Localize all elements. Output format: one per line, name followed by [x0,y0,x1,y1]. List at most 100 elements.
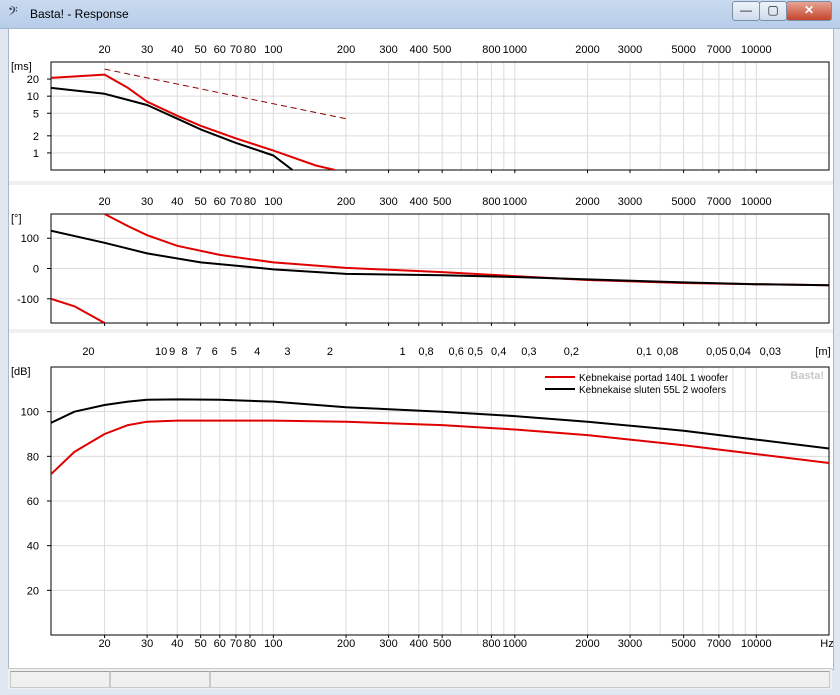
top-tick-label: 20 [82,346,94,358]
top-tick-label: 0,6 [449,346,464,358]
x-tick-label: 7000 [707,44,731,56]
top-tick-label: 4 [254,346,260,358]
status-cell-3 [210,671,830,688]
top-tick-label: 8 [181,346,187,358]
x-tick-label: 80 [244,196,256,208]
x-tick-label: 50 [195,196,207,208]
group-delay-panel: 20 30 40 50 60 70 80 100 200 300 400 500 800 1000 2000… [9,29,833,181]
top-tick-label: 0,03 [760,346,781,358]
y-tick-label: 10 [27,91,39,103]
x-tick-label: 200 [337,196,355,208]
x-tick-label: 30 [141,196,153,208]
x-tick-label: 80 [244,44,256,56]
title-bar: 𝄢 Basta! - Response — ▢ ✕ [0,0,840,29]
series-line-1 [51,297,106,323]
top-tick-label: 0,5 [468,346,483,358]
x-tick-label: 2000 [575,196,599,208]
x-tick-label: 70 [230,638,242,650]
x-tick-label: 400 [410,638,428,650]
x-tick-label: 300 [379,196,397,208]
x-tick-label: 70 [230,196,242,208]
top-tick-label: 2 [327,346,333,358]
x-tick-label: 30 [141,44,153,56]
x-tick-label: 80 [244,638,256,650]
series-line-2 [51,229,829,287]
top-tick-label: 0,04 [729,346,750,358]
x-tick-label: 500 [433,44,451,56]
top-tick-label: 1 [400,346,406,358]
y-axis-label: [ms] [11,61,32,73]
top-tick-label: 0,8 [418,346,433,358]
x-tick-label: 7000 [707,196,731,208]
x-tick-label: 10000 [741,196,772,208]
top-tick-label: 6 [212,346,218,358]
reference-line [104,68,347,120]
y-tick-label: 0 [33,264,39,276]
y-tick-label: 20 [27,74,39,86]
top-tick-label: 5 [231,346,237,358]
x-tick-label: 3000 [618,44,642,56]
x-tick-label: 50 [195,638,207,650]
x-tick-label: 500 [433,196,451,208]
top-tick-label: 0,3 [521,346,536,358]
x-tick-label: 3000 [618,638,642,650]
x-tick-label: 20 [98,638,110,650]
x-tick-label: 60 [214,196,226,208]
spl-chart: 20 30 40 50 60 70 80 100 200 300 400 500 800 1000 2000… [11,346,834,650]
x-tick-label: 60 [214,44,226,56]
top-tick-label: 0,4 [491,346,506,358]
x-tick-label: 40 [171,638,183,650]
client-area: 20 30 40 50 60 70 80 100 200 300 400 500 800 1000 2000… [8,28,834,670]
x-tick-label: 30 [141,638,153,650]
x-tick-label: 100 [264,196,282,208]
x-tick-label: 70 [230,44,242,56]
top-tick-label: 3 [284,346,290,358]
group-delay-chart: 20 30 40 50 60 70 80 100 200 300 400 500 800 1000 2000… [11,44,830,173]
bass-clef-icon: 𝄢 [8,5,18,22]
status-cell-1 [10,671,110,688]
top-tick-label: 0,05 [706,346,727,358]
x-tick-label: 50 [195,44,207,56]
y-tick-label: 1 [33,148,39,160]
spl-panel: 20 30 40 50 60 70 80 100 200 300 400 500 800 1000 2000… [9,333,834,669]
x-tick-label: 5000 [671,638,695,650]
top-unit-label: [m] [815,346,830,358]
y-tick-label: 5 [33,108,39,120]
x-tick-label: 1000 [503,638,527,650]
legend-label: Kebnekaise portad 140L 1 woofer [579,373,729,384]
y-tick-label: 80 [27,451,39,463]
x-tick-label: 20 [98,196,110,208]
close-button[interactable]: ✕ [786,1,832,21]
x-tick-label: 400 [410,196,428,208]
x-unit-label: Hz [820,638,833,650]
plot-frame [50,61,830,171]
x-tick-label: 5000 [671,196,695,208]
series-line-0 [51,73,336,170]
x-tick-label: 200 [337,638,355,650]
y-axis-label: [°] [11,213,22,225]
window-title: Basta! - Response [30,7,129,21]
y-tick-label: 100 [21,407,39,419]
series-line-1 [51,398,829,450]
top-tick-label: 0,2 [564,346,579,358]
top-tick-label: 7 [195,346,201,358]
x-tick-label: 100 [264,44,282,56]
x-tick-label: 800 [482,638,500,650]
x-tick-label: 200 [337,44,355,56]
minimize-button[interactable]: — [732,1,760,21]
y-tick-label: 40 [27,541,39,553]
status-bar [8,668,832,689]
top-tick-label: 10 [155,346,167,358]
x-tick-label: 1000 [503,44,527,56]
x-tick-label: 300 [379,44,397,56]
y-tick-label: -100 [17,294,39,306]
y-tick-label: 20 [27,585,39,597]
phase-chart: 20 30 40 50 60 70 80 100 200 300 400 500 800 1000 2000… [11,196,830,326]
top-tick-label: 0,08 [657,346,678,358]
x-tick-label: 60 [214,638,226,650]
y-axis-label: [dB] [11,366,31,378]
maximize-button[interactable]: ▢ [759,1,787,21]
legend-label: Kebnekaise sluten 55L 2 woofers [579,385,726,396]
x-tick-label: 10000 [741,638,772,650]
watermark-logo: Basta! [790,370,824,382]
